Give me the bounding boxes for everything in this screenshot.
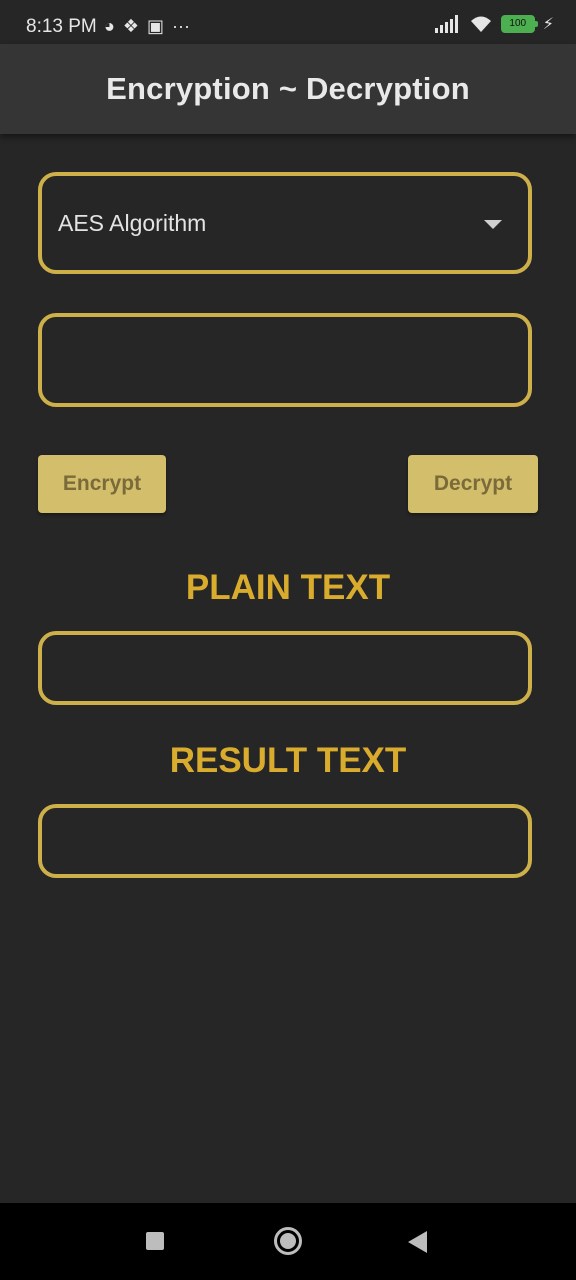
page-title: Encryption ~ Decryption: [106, 71, 470, 106]
more-icon: ···: [172, 16, 191, 36]
wifi-icon: [470, 16, 491, 32]
result-text-label: RESULT TEXT: [169, 741, 407, 780]
plain-text-field[interactable]: [42, 635, 528, 701]
notification-icon: ◕: [104, 16, 115, 36]
signal-icon: [434, 15, 458, 33]
plain-text-label: PLAIN TEXT: [185, 568, 391, 607]
navigation-bar: [0, 1203, 576, 1280]
status-right-icons: 100 ⚡: [434, 14, 554, 34]
twitter-icon: ❖: [122, 16, 140, 36]
algorithm-dropdown-value: AES Algorithm: [58, 210, 207, 236]
status-time: 8:13 PM: [26, 16, 97, 37]
back-icon[interactable]: [408, 1231, 427, 1253]
battery-icon: 100: [500, 15, 538, 33]
status-left-icons: ◕ ❖ ▣ ···: [104, 14, 190, 38]
chevron-down-icon: [484, 220, 502, 229]
key-input[interactable]: [42, 317, 528, 403]
recents-icon[interactable]: [146, 1232, 164, 1250]
key-input-container: [38, 313, 532, 407]
result-text-container: [38, 804, 532, 878]
plain-text-container: [38, 631, 532, 705]
result-text-field[interactable]: [42, 808, 528, 874]
encrypt-button[interactable]: Encrypt: [38, 455, 166, 513]
decrypt-button[interactable]: Decrypt: [408, 455, 538, 513]
home-icon[interactable]: [274, 1227, 302, 1255]
algorithm-dropdown[interactable]: AES Algorithm: [38, 172, 532, 274]
charging-icon: ⚡: [542, 16, 554, 33]
app-bar: Encryption ~ Decryption: [0, 44, 576, 134]
instagram-icon: ▣: [147, 16, 165, 36]
